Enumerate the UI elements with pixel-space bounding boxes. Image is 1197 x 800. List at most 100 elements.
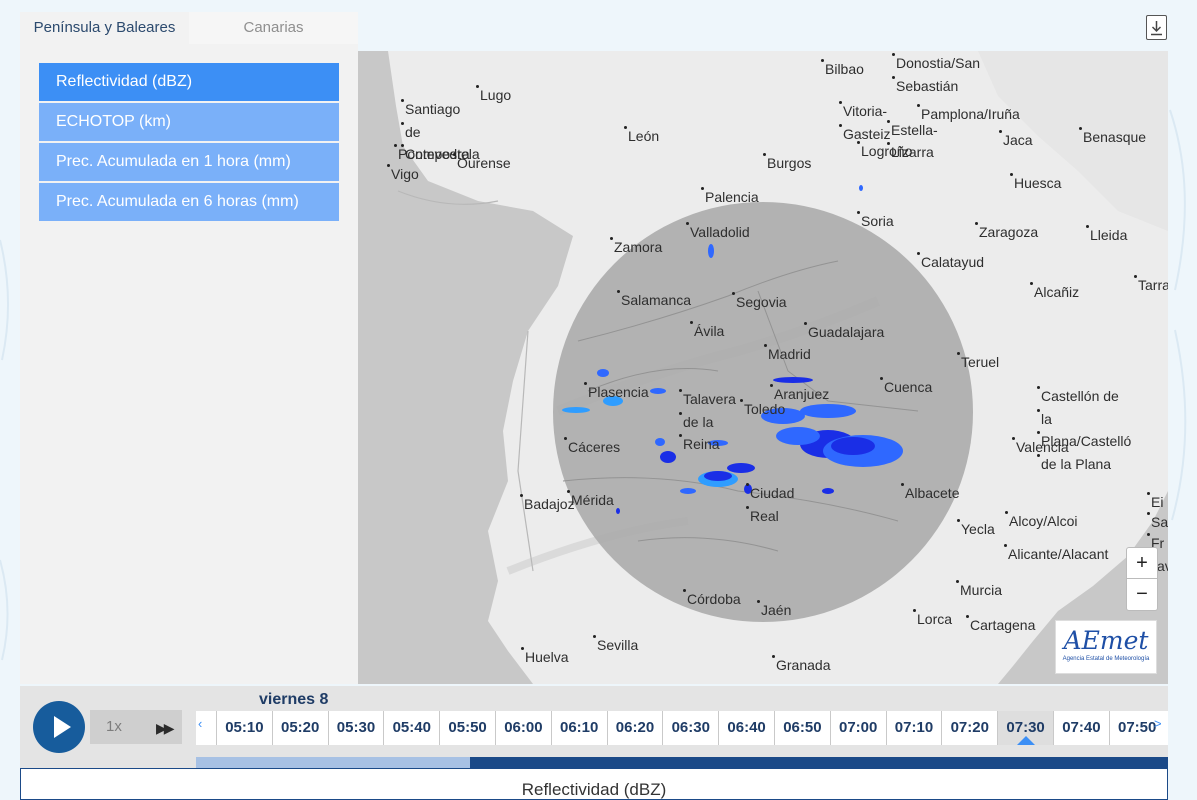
city-label: Lleida xyxy=(1085,224,1127,247)
city-label: Lorca xyxy=(912,608,952,631)
city-label: Sa xyxy=(1146,511,1168,534)
city-label: Segovia xyxy=(732,291,787,314)
city-label: Vitoria- xyxy=(838,100,887,123)
city-label: Bilbao xyxy=(821,58,864,81)
timeline-tick[interactable]: 05:20 xyxy=(271,711,328,745)
city-label: Alcañiz xyxy=(1029,281,1079,304)
timeline-tick[interactable]: 06:20 xyxy=(606,711,663,745)
tab-peninsula-baleares[interactable]: Península y Baleares xyxy=(20,12,189,44)
play-button[interactable] xyxy=(33,701,85,753)
timeline-tick[interactable]: 05:30 xyxy=(327,711,384,745)
legend-title: Reflectividad (dBZ) xyxy=(521,780,667,799)
legend-box: Reflectividad (dBZ) xyxy=(20,768,1168,800)
city-label: Castellón de xyxy=(1037,385,1119,408)
aemet-logo: AEmet Agencia Estatal de Meteorología xyxy=(1055,620,1157,674)
city-label: Córdoba xyxy=(683,588,741,611)
city-label: Estella- xyxy=(887,119,938,142)
city-label: Donostia/San xyxy=(891,52,980,75)
speed-label: 1x xyxy=(106,718,122,735)
city-label: Yecla xyxy=(957,518,995,541)
city-label: de xyxy=(401,121,421,144)
timeline-tick[interactable]: 07:40 xyxy=(1053,711,1109,745)
city-label: Albacete xyxy=(900,482,959,505)
timeline-tick[interactable]: 07:10 xyxy=(885,711,942,745)
timeline-tick[interactable]: 05:10 xyxy=(216,711,272,745)
city-label: la xyxy=(1037,408,1052,431)
download-button[interactable] xyxy=(1146,15,1167,40)
timeline-tick[interactable]: 05:40 xyxy=(383,711,439,745)
city-label: Teruel xyxy=(956,351,999,374)
timeline-tick[interactable]: 07:00 xyxy=(829,711,886,745)
city-label: Ciudad xyxy=(745,482,794,505)
city-label: Ávila xyxy=(689,320,724,343)
city-label: Soria xyxy=(857,210,894,233)
city-label: Benasque xyxy=(1078,126,1146,149)
city-label: Cuenca xyxy=(879,376,932,399)
city-label: Huelva xyxy=(521,646,569,669)
city-label: Santiago xyxy=(400,98,460,121)
city-label: Granada xyxy=(771,654,830,677)
timeline-tick[interactable]: 05:50 xyxy=(439,711,495,745)
fast-forward-icon[interactable]: ▶▶ xyxy=(156,720,174,737)
zoom-out-button[interactable]: − xyxy=(1127,579,1157,610)
city-label: Talavera xyxy=(679,388,736,411)
layer-prec-1h-button[interactable]: Prec. Acumulada en 1 hora (mm) xyxy=(39,143,339,181)
layer-reflectividad-button[interactable]: Reflectividad (dBZ) xyxy=(39,63,339,101)
zoom-in-button[interactable]: + xyxy=(1127,548,1157,579)
city-label: Sebastián xyxy=(891,75,958,98)
city-label: Valladolid xyxy=(686,221,750,244)
city-label: Alicante/Alacant xyxy=(1003,543,1108,566)
city-label: Zaragoza xyxy=(974,221,1038,244)
city-label: Guadalajara xyxy=(803,321,884,344)
city-label: Cáceres xyxy=(563,436,620,459)
playback-controls: 1x ▶▶ xyxy=(20,686,196,768)
timeline-right-arrow-icon[interactable]: > xyxy=(1154,716,1162,731)
logo-subtext: Agencia Estatal de Meteorología xyxy=(1062,656,1150,662)
timeline-tick[interactable]: 06:10 xyxy=(550,711,607,745)
timeline-tick[interactable]: 07:30 xyxy=(997,711,1053,745)
layer-echotop-button[interactable]: ECHOTOP (km) xyxy=(39,103,339,141)
city-label: Valencia xyxy=(1012,436,1069,459)
timeline: viernes 8 05:10 05:20 05:30 05:40 05:50 06:00… xyxy=(196,686,1168,768)
city-label: Mérida xyxy=(567,489,614,512)
city-label: Toledo xyxy=(739,398,785,421)
city-label: Cartagena xyxy=(965,614,1035,637)
city-label: Plasencia xyxy=(584,381,649,404)
timeline-tick[interactable]: 06:00 xyxy=(495,711,551,745)
city-label: Sevilla xyxy=(592,634,638,657)
city-label: Reina xyxy=(679,433,720,456)
city-label: Zamora xyxy=(609,236,662,259)
timeline-tick[interactable]: 06:50 xyxy=(774,711,830,745)
timeline-left-arrow-icon[interactable]: ‹ xyxy=(198,716,202,731)
logo-text: AEmet xyxy=(1063,626,1149,655)
city-label: Jaén xyxy=(756,599,791,622)
city-label: Huesca xyxy=(1009,172,1061,195)
timeline-tick[interactable]: 06:30 xyxy=(662,711,718,745)
timeline-ticks: 05:10 05:20 05:30 05:40 05:50 06:00 06:10 06:20… xyxy=(196,711,1168,745)
city-label: de la xyxy=(678,411,713,434)
city-label: Madrid xyxy=(764,343,811,366)
radar-map[interactable]: Bilbao Donostia/San Sebastián Lugo Santi… xyxy=(358,51,1168,684)
city-label: Logroño xyxy=(856,140,912,163)
timeline-progress-track[interactable] xyxy=(196,757,1168,768)
timeline-day-label: viernes 8 xyxy=(259,691,329,708)
city-label: Real xyxy=(746,505,779,528)
city-label: Ourense xyxy=(453,152,511,175)
city-label: Tarra xyxy=(1134,274,1168,297)
city-label: Burgos xyxy=(762,152,811,175)
city-label: Calatayud xyxy=(916,251,984,274)
city-label: León xyxy=(623,125,659,148)
city-label: Palencia xyxy=(701,186,759,209)
city-label: Murcia xyxy=(955,579,1002,602)
region-tabs: Península y Baleares Canarias xyxy=(20,12,358,44)
timeline-tick[interactable]: 06:40 xyxy=(718,711,774,745)
city-label: av xyxy=(1153,555,1168,578)
city-label: Salamanca xyxy=(616,289,691,312)
speed-control[interactable]: 1x ▶▶ xyxy=(90,710,182,744)
layer-prec-6h-button[interactable]: Prec. Acumulada en 6 horas (mm) xyxy=(39,183,339,221)
timeline-tick[interactable]: 07:20 xyxy=(941,711,997,745)
city-label: Vigo xyxy=(387,163,419,186)
tab-canarias[interactable]: Canarias xyxy=(189,12,358,44)
layer-panel: Reflectividad (dBZ) ECHOTOP (km) Prec. A… xyxy=(20,44,358,684)
download-icon xyxy=(1151,21,1162,36)
